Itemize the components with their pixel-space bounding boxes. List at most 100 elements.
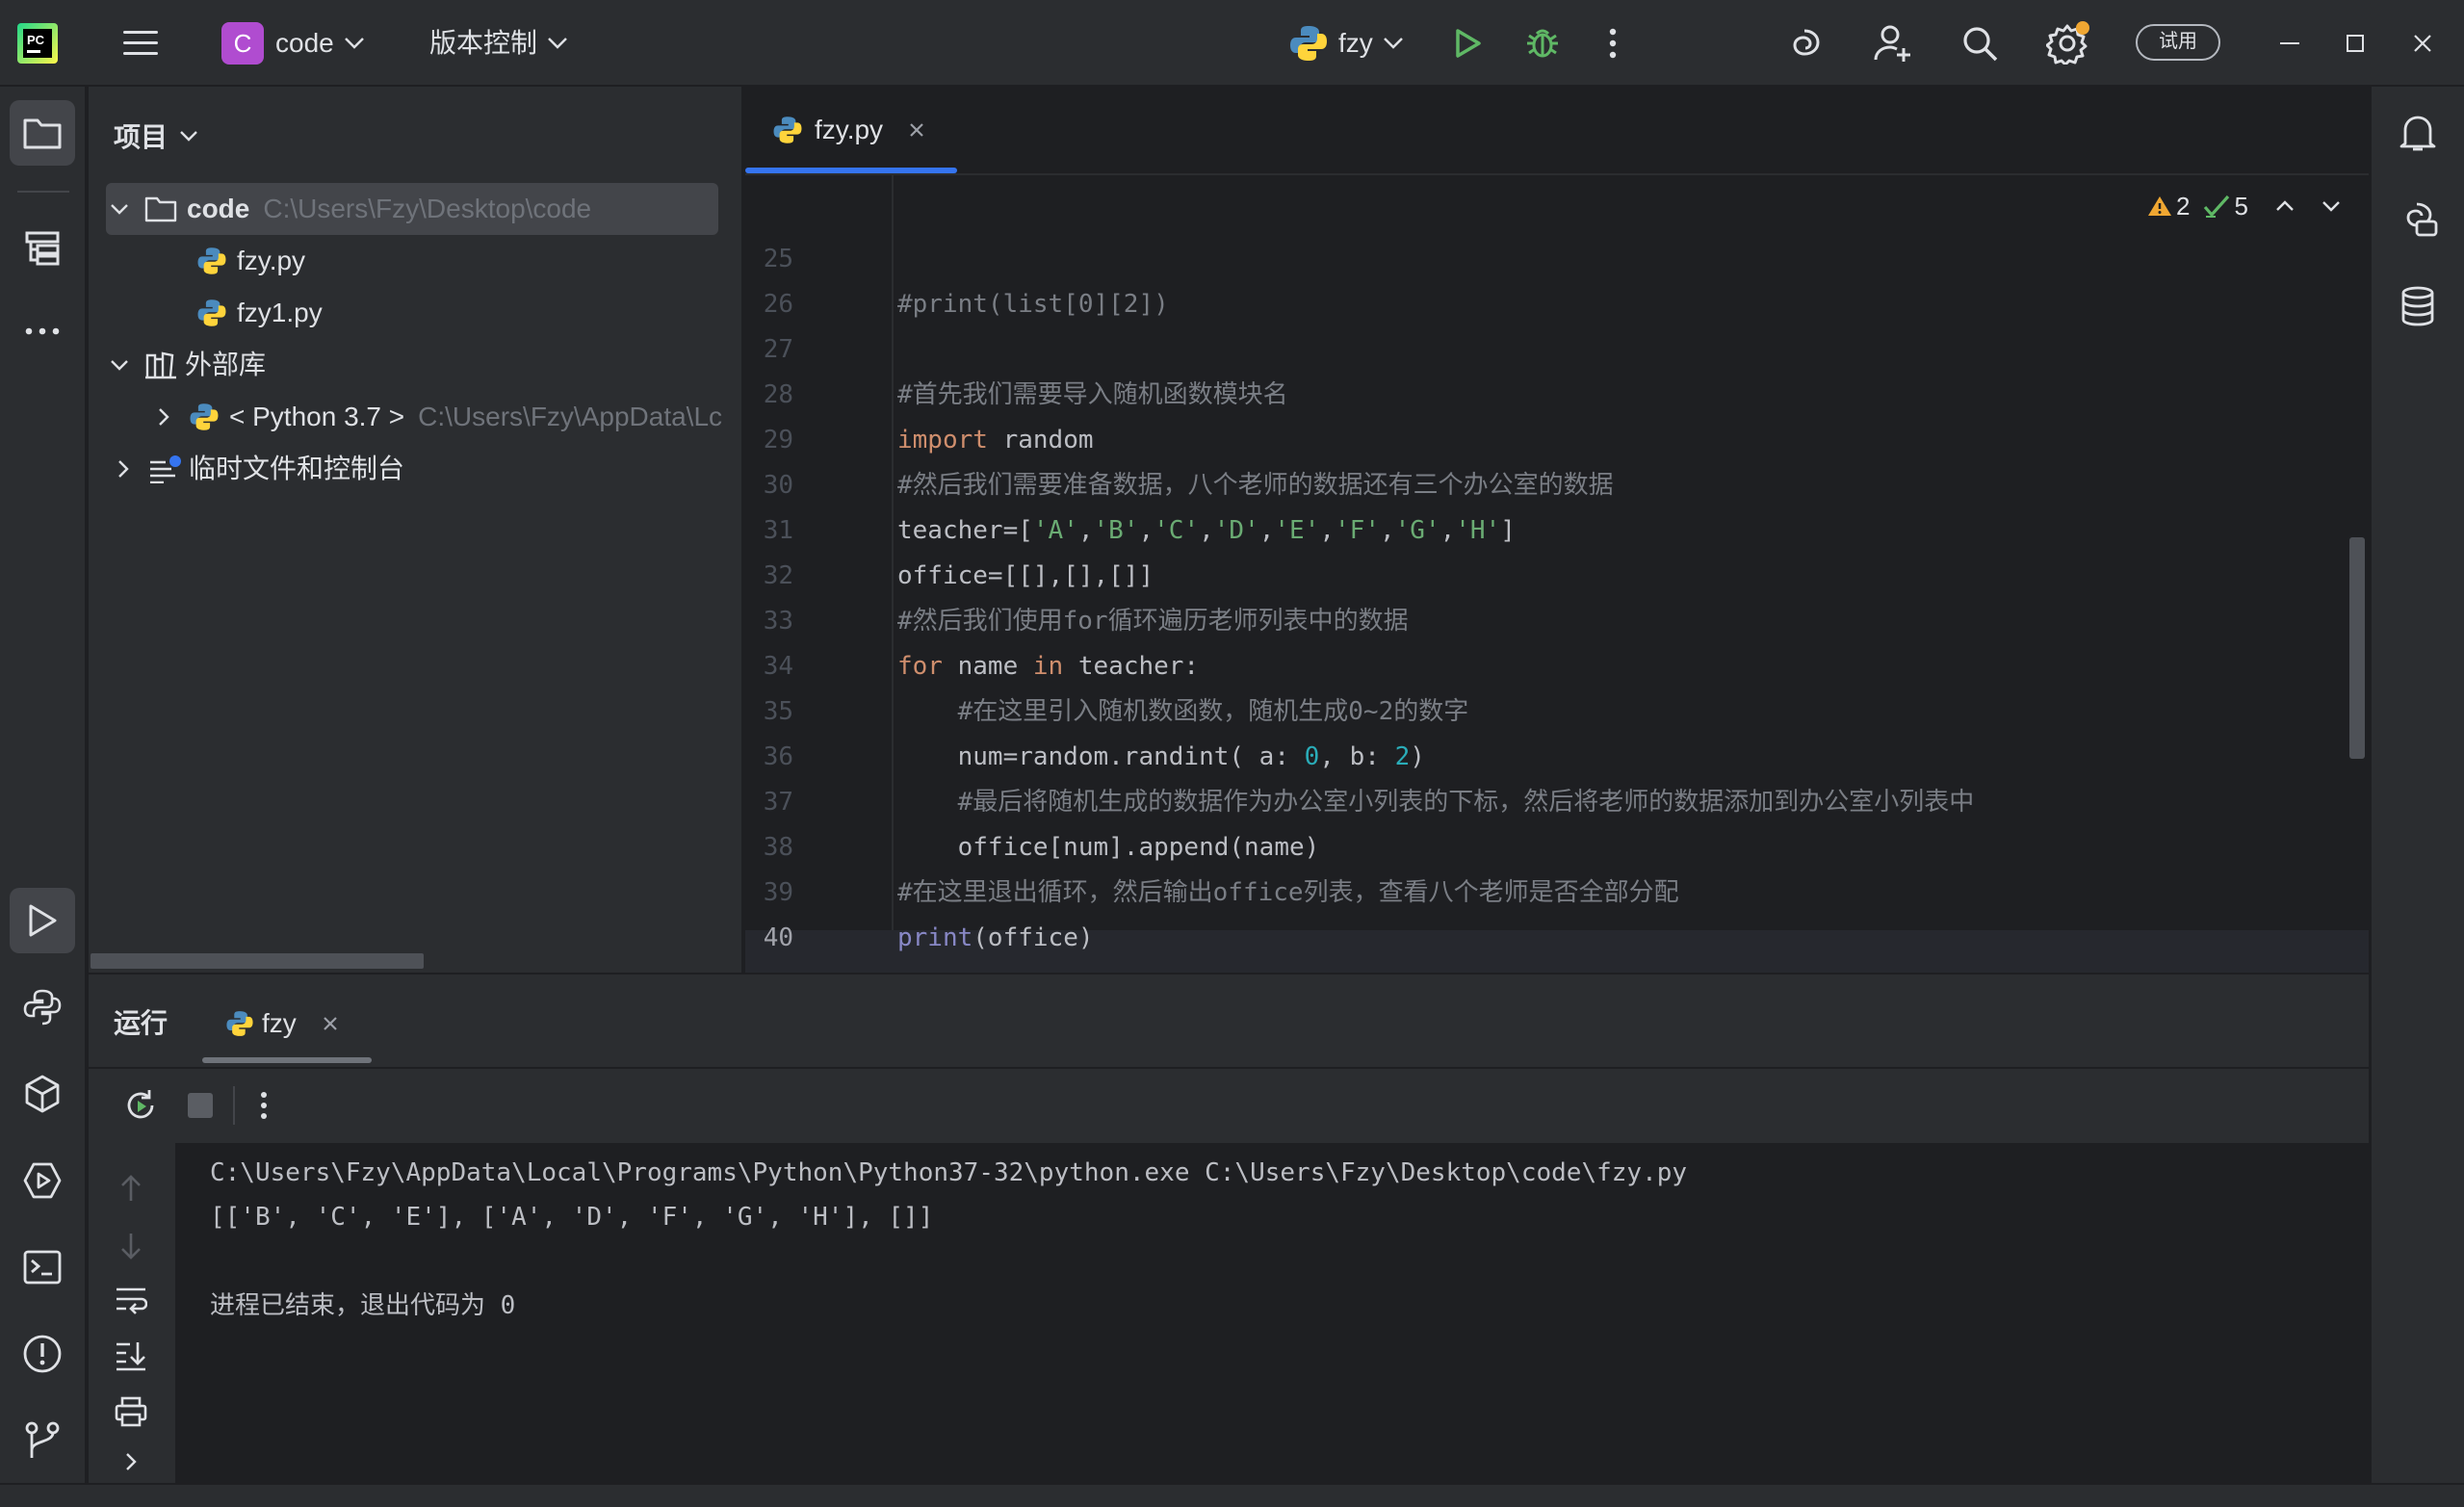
python-sdk-path: C:\Users\Fzy\AppData\Lc	[418, 402, 723, 431]
python-file-icon	[773, 117, 802, 143]
expand-chevron-icon	[111, 360, 128, 371]
warnings-count: 2	[2176, 191, 2191, 221]
project-panel-header[interactable]: 项目	[114, 112, 198, 160]
tree-item-scratches[interactable]: 临时文件和控制台	[117, 445, 404, 493]
more-vertical-icon[interactable]	[1598, 23, 1627, 64]
python-console-icon	[23, 989, 62, 1026]
console-line: 进程已结束，退出代码为 0	[210, 1291, 516, 1320]
check-icon	[2204, 195, 2230, 218]
print-icon[interactable]	[110, 1390, 152, 1433]
project-widget[interactable]: C code	[221, 0, 365, 87]
console-line: C:\Users\Fzy\AppData\Local\Programs\Pyth…	[210, 1158, 1688, 1187]
code-line: 31 office=[[],[],[]]	[745, 463, 2369, 590]
git-tool-button[interactable]	[10, 1408, 75, 1473]
tree-item-file[interactable]: fzy.py	[196, 237, 305, 285]
project-tool-button[interactable]	[10, 100, 75, 166]
expand-chevron-right-icon[interactable]	[110, 1442, 152, 1481]
database-button[interactable]	[2385, 273, 2451, 339]
tree-item-root[interactable]: code C:\Users\Fzy\Desktop\code	[110, 185, 591, 233]
tree-item-external-libs[interactable]: 外部库	[110, 341, 266, 389]
project-panel-title: 项目	[114, 122, 169, 152]
editor-area: fzy.py 25 #print(list[0][2]) 26 27 #首先我们…	[745, 87, 2369, 1043]
close-tab-icon[interactable]	[908, 121, 925, 139]
editor-vertical-scrollbar[interactable]	[2349, 537, 2365, 759]
run-tab-label: fzy	[262, 1008, 297, 1038]
more-horizontal-icon	[25, 327, 60, 335]
close-window-icon[interactable]	[2403, 23, 2442, 64]
title-bar: PC C code 版本控制 fzy 试用	[0, 0, 2464, 87]
minimize-icon[interactable]	[2270, 23, 2309, 64]
stop-icon[interactable]	[181, 1086, 220, 1125]
code-line: 27 #首先我们需要导入随机函数模块名	[745, 282, 2369, 409]
services-tool-button[interactable]	[10, 1148, 75, 1213]
chevron-down-icon	[548, 38, 567, 49]
scroll-down-icon[interactable]	[110, 1225, 152, 1267]
python-file-icon	[197, 247, 226, 274]
rerun-icon[interactable]	[119, 1084, 162, 1127]
git-branch-icon	[25, 1421, 60, 1458]
debug-bug-icon[interactable]	[1521, 21, 1564, 64]
vcs-widget[interactable]: 版本控制	[429, 0, 568, 87]
project-horizontal-scrollbar[interactable]	[91, 953, 424, 969]
active-tab-indicator	[745, 168, 957, 173]
run-config-name: fzy	[1338, 28, 1373, 58]
tree-item-python-sdk[interactable]: < Python 3.7 > C:\Users\Fzy\AppData\Lc	[158, 393, 736, 441]
run-tool-window: 运行 fzy C:\Users\Fzy\AppData\Local\Progra…	[89, 973, 2369, 1485]
ok-count: 5	[2234, 191, 2248, 221]
ai-chat-button[interactable]	[2385, 187, 2451, 252]
code-line: 26	[745, 237, 2369, 319]
console-line: [['B', 'C', 'E'], ['A', 'D', 'F', 'G', '…	[210, 1203, 934, 1232]
folder-icon	[23, 118, 62, 149]
problems-tool-button[interactable]	[10, 1321, 75, 1387]
run-tab[interactable]: fzy	[225, 1000, 339, 1048]
chevron-down-icon	[344, 38, 364, 49]
search-icon[interactable]	[1958, 21, 2001, 65]
root-folder-name: code	[187, 194, 250, 223]
expand-chevron-icon	[111, 204, 128, 215]
code-with-me-icon[interactable]	[1872, 21, 1914, 65]
code-line: 33 for name in teacher:	[745, 554, 2369, 681]
structure-tool-button[interactable]	[10, 216, 75, 281]
trial-badge[interactable]: 试用	[2136, 24, 2220, 61]
root-folder-path: C:\Users\Fzy\Desktop\code	[263, 194, 592, 223]
python-console-button[interactable]	[10, 974, 75, 1040]
run-icon[interactable]	[1448, 23, 1489, 64]
next-highlight-icon[interactable]	[2321, 200, 2341, 212]
previous-highlight-icon[interactable]	[2275, 200, 2295, 212]
run-config-selector[interactable]: fzy	[1288, 0, 1404, 87]
external-libs-label: 外部库	[185, 350, 267, 379]
file-name: fzy.py	[237, 246, 306, 275]
maximize-icon[interactable]	[2336, 23, 2374, 64]
run-console-output[interactable]: C:\Users\Fzy\AppData\Local\Programs\Pyth…	[175, 1143, 2369, 1485]
editor-tab-bar: fzy.py	[745, 87, 2369, 175]
soft-wrap-icon[interactable]	[110, 1279, 152, 1321]
more-tools-button[interactable]	[10, 299, 75, 364]
services-icon	[23, 1162, 62, 1199]
main-menu-icon[interactable]	[119, 23, 162, 64]
expand-chevron-right-icon	[118, 460, 129, 478]
packages-icon	[25, 1075, 60, 1113]
inspection-widget[interactable]: 2 5	[2147, 187, 2341, 225]
code-line: 36 #最后将随机生成的数据作为办公室小列表的下标，然后将老师的数据添加到办公室…	[745, 689, 2369, 817]
python-packages-button[interactable]	[10, 1061, 75, 1127]
scroll-to-end-icon[interactable]	[110, 1335, 152, 1377]
python-file-icon	[226, 1011, 253, 1036]
ai-assistant-icon[interactable]	[1783, 23, 1826, 65]
code-line: 35 num=random.randint( a: 0, b: 2)	[745, 644, 2369, 771]
run-tool-button[interactable]	[10, 888, 75, 953]
notifications-button[interactable]	[2385, 100, 2451, 166]
ai-chat-icon	[2406, 202, 2438, 237]
more-vertical-icon[interactable]	[250, 1086, 277, 1125]
stripe-divider	[17, 191, 69, 193]
terminal-tool-button[interactable]	[10, 1234, 75, 1300]
code-lines[interactable]: 25 #print(list[0][2]) 26 27 #首先我们需要导入随机函…	[745, 192, 2369, 1043]
python-sdk-name: < Python 3.7 >	[229, 402, 405, 431]
close-tab-icon[interactable]	[322, 1015, 339, 1032]
run-panel-title: 运行	[114, 1008, 169, 1038]
editor-tab-active[interactable]: fzy.py	[745, 87, 957, 173]
run-tool-icon	[29, 904, 57, 937]
settings-gear-icon[interactable]	[2045, 19, 2091, 65]
code-line: 39 print(office)	[745, 825, 2369, 952]
scroll-up-icon[interactable]	[110, 1167, 152, 1209]
tree-item-file[interactable]: fzy1.py	[196, 289, 323, 337]
